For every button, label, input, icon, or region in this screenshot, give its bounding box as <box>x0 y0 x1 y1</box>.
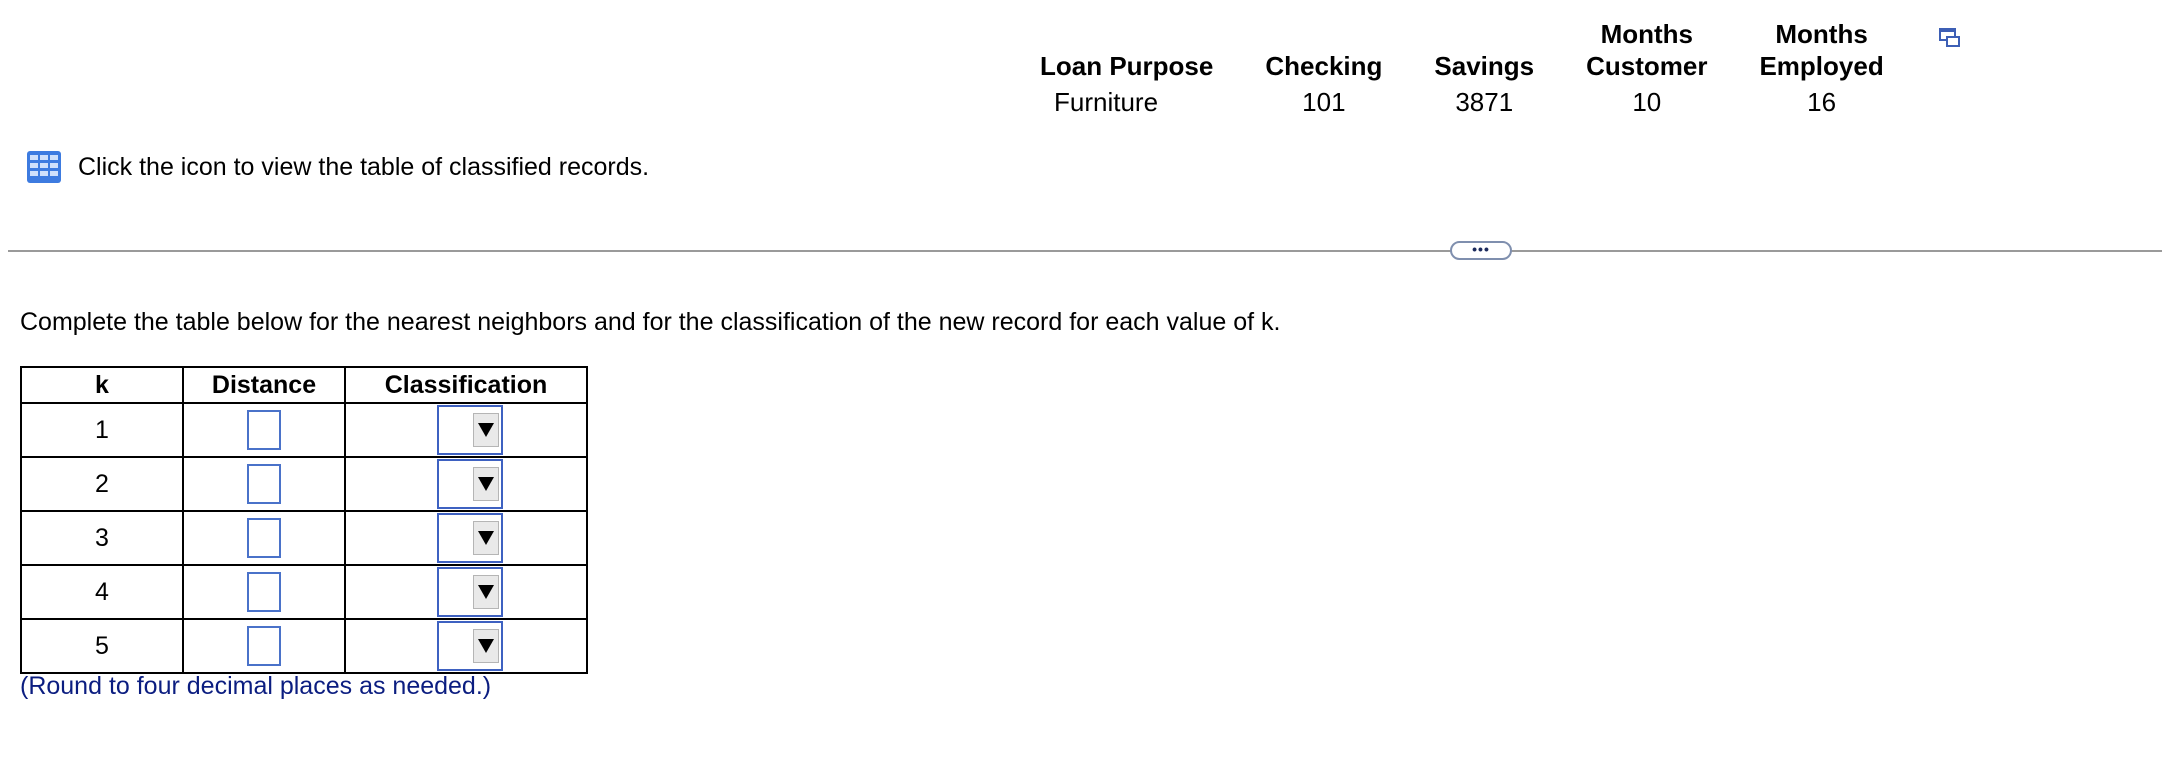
k-value: 1 <box>20 402 184 458</box>
triangle-down-icon <box>478 423 494 437</box>
value-months-customer: 10 <box>1632 87 1662 117</box>
distance-cell <box>182 510 346 566</box>
popout-icon[interactable] <box>1939 26 1961 48</box>
k-value: 3 <box>20 510 184 566</box>
distance-input[interactable] <box>247 518 281 558</box>
distance-cell <box>182 618 346 674</box>
distance-input[interactable] <box>247 464 281 504</box>
triangle-down-icon <box>478 531 494 545</box>
value-months-employed: 16 <box>1807 87 1837 117</box>
ellipsis-icon: ••• <box>1472 240 1490 257</box>
k-value: 2 <box>20 456 184 512</box>
dropdown-arrow-button[interactable] <box>473 575 499 609</box>
value-savings: 3871 <box>1455 87 1514 117</box>
page: Loan Purpose Checking Savings Months Cus… <box>0 0 2162 768</box>
header-line1: Months <box>1600 19 1693 49</box>
triangle-down-icon <box>478 477 494 491</box>
k-value: 5 <box>20 618 184 674</box>
classification-dropdown[interactable] <box>437 621 503 671</box>
classification-dropdown[interactable] <box>437 405 503 455</box>
header-line2: Savings <box>1434 51 1535 81</box>
distance-input[interactable] <box>247 572 281 612</box>
record-value-row: Furniture 101 3871 10 16 <box>1040 86 1910 118</box>
view-classified-records-link[interactable]: Click the icon to view the table of clas… <box>26 150 649 184</box>
triangle-down-icon <box>478 585 494 599</box>
classification-cell <box>344 564 588 620</box>
header-distance: Distance <box>182 366 346 404</box>
header-savings: Savings <box>1408 18 1560 86</box>
classification-dropdown[interactable] <box>437 459 503 509</box>
answer-header-row: k Distance Classification <box>20 366 588 404</box>
distance-cell <box>182 456 346 512</box>
table-grid-icon[interactable] <box>26 150 62 184</box>
header-classification: Classification <box>344 366 588 404</box>
record-header-row: Loan Purpose Checking Savings Months Cus… <box>1040 18 1910 86</box>
header-k: k <box>20 366 184 404</box>
table-row: 5 <box>20 618 588 674</box>
new-record-table: Loan Purpose Checking Savings Months Cus… <box>1040 18 1910 118</box>
dropdown-arrow-button[interactable] <box>473 521 499 555</box>
header-loan-purpose: Loan Purpose <box>1040 18 1239 86</box>
header-line2: Loan Purpose <box>1040 51 1214 81</box>
header-months-customer: Months Customer <box>1560 18 1733 86</box>
instruction-text: Complete the table below for the nearest… <box>20 308 1281 336</box>
dropdown-arrow-button[interactable] <box>473 467 499 501</box>
classification-cell <box>344 618 588 674</box>
header-line2: Checking <box>1265 51 1383 81</box>
classification-cell <box>344 510 588 566</box>
answer-table: k Distance Classification 1 2 3 4 5 <box>20 366 588 674</box>
section-divider <box>8 250 2162 252</box>
dropdown-arrow-button[interactable] <box>473 413 499 447</box>
expand-button[interactable]: ••• <box>1450 241 1512 260</box>
classification-cell <box>344 402 588 458</box>
header-months-employed: Months Employed <box>1733 18 1909 86</box>
value-loan-purpose: Furniture <box>1054 87 1159 117</box>
dropdown-arrow-button[interactable] <box>473 629 499 663</box>
distance-input[interactable] <box>247 410 281 450</box>
header-checking: Checking <box>1239 18 1408 86</box>
distance-cell <box>182 402 346 458</box>
table-row: 4 <box>20 564 588 620</box>
header-line1: Months <box>1775 19 1868 49</box>
table-row: 1 <box>20 402 588 458</box>
header-line2: Employed <box>1759 51 1884 81</box>
classification-cell <box>344 456 588 512</box>
distance-cell <box>182 564 346 620</box>
view-records-text: Click the icon to view the table of clas… <box>78 152 650 181</box>
rounding-note: (Round to four decimal places as needed.… <box>20 672 492 700</box>
k-value: 4 <box>20 564 184 620</box>
distance-input[interactable] <box>247 626 281 666</box>
classification-dropdown[interactable] <box>437 567 503 617</box>
classification-dropdown[interactable] <box>437 513 503 563</box>
table-row: 3 <box>20 510 588 566</box>
triangle-down-icon <box>478 639 494 653</box>
header-line2: Customer <box>1586 51 1708 81</box>
value-checking: 101 <box>1302 87 1346 117</box>
table-row: 2 <box>20 456 588 512</box>
